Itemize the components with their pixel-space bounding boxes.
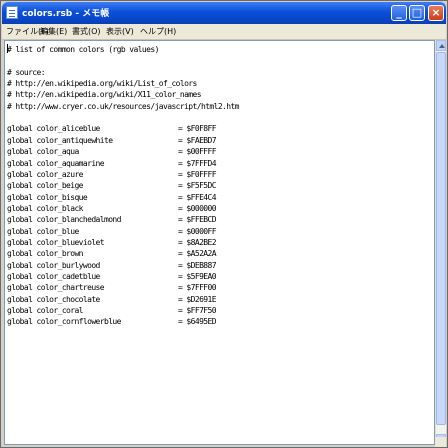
line-text: global color_black [7, 203, 84, 213]
text-editor[interactable]: # list of common colors (rgb values) # so… [4, 40, 435, 445]
text-line: # list of common colors (rgb values) [7, 44, 159, 55]
close-icon: × [431, 6, 441, 19]
color-value: = $0000FF [178, 226, 217, 236]
line-text: global color_chocolate [7, 294, 100, 304]
text-line: global color_black = $000000 [7, 203, 217, 214]
line-text: global color_cornflowerblue [7, 317, 121, 327]
color-value: = $FFE4C4 [178, 192, 217, 202]
text-line: global color_cornflowerblue = $6495ED [7, 316, 217, 327]
line-text: global color_bisque [7, 192, 88, 202]
line-text: global color_chartreuse [7, 283, 105, 293]
notepad-icon[interactable] [6, 6, 18, 19]
color-value: = $FF7F50 [178, 306, 217, 316]
text-line: global color_burlywood = $DEB887 [7, 260, 217, 271]
text-line: # http://www.cryer.co.uk/resources/javas… [7, 101, 240, 112]
window-title: colors.rsb - メモ帳 [22, 9, 110, 19]
line-text: global color_brown [7, 249, 84, 259]
color-value: = $F5F5DC [178, 181, 217, 191]
color-value: = $A52A2A [178, 249, 217, 259]
line-text: global color_cadetblue [7, 272, 100, 281]
text-line: global color_brown = $A52A2A [7, 248, 217, 259]
text-line: global color_blanchedalmond = $FFEBCD [7, 214, 217, 225]
color-value: = $6495ED [178, 317, 217, 327]
text-line: global color_blueviolet = $8A2BE2 [7, 237, 217, 248]
notepad-window: colors.rsb - メモ帳 _ □ × ファイル(F) 編集(E) 書式(… [0, 0, 448, 448]
text-line: global color_azure = $F0FFFF [7, 169, 217, 180]
text-line: # source: [7, 67, 46, 78]
maximize-button[interactable]: □ [409, 5, 425, 21]
color-value: = $7FFFD4 [178, 158, 217, 168]
scroll-up-button[interactable] [436, 40, 446, 51]
resize-grip[interactable] [435, 437, 446, 447]
text-line: global color_beige = $F5F5DC [7, 180, 217, 191]
color-value: = $5F9EA0 [178, 272, 217, 281]
menu-bar: ファイル(F) 編集(E) 書式(O) 表示(V) ヘルプ(H) [2, 24, 446, 40]
color-value: = $F0FFFF [178, 169, 217, 179]
menu-edit[interactable]: 編集(E) [40, 26, 67, 37]
line-text: global color_aqua [7, 147, 79, 157]
arrow-up-icon [439, 44, 445, 48]
menu-help[interactable]: ヘルプ(H) [140, 26, 176, 37]
line-text: # source: [7, 67, 46, 77]
text-line: # http://en.wikipedia.org/wiki/List_of_c… [7, 78, 197, 89]
line-text: global color_burlywood [7, 260, 100, 270]
text-line: global color_aqua = $00FFFF [7, 146, 217, 157]
line-text: global color_blueviolet [7, 237, 105, 247]
line-text: global color_coral [7, 306, 84, 316]
color-value: = $00FFFF [178, 147, 217, 157]
line-text: global color_beige [7, 181, 84, 191]
color-value: = $7FFF00 [178, 283, 217, 293]
text-line: global color_coral = $FF7F50 [7, 305, 217, 316]
scroll-thumb[interactable] [436, 52, 446, 425]
line-text: # http://en.wikipedia.org/wiki/X11_color… [7, 90, 202, 100]
color-value: = $FFEBCD [178, 215, 217, 225]
text-line: global color_bisque = $FFE4C4 [7, 192, 217, 203]
text-line: global color_chocolate = $D2691E [7, 294, 217, 305]
maximize-icon: □ [411, 6, 423, 19]
line-text: global color_blue [7, 226, 79, 236]
line-text: global color_aliceblue [7, 124, 100, 134]
title-bar[interactable]: colors.rsb - メモ帳 _ □ × [2, 2, 446, 24]
line-text: # http://www.cryer.co.uk/resources/javas… [7, 101, 240, 111]
line-text: # list of common colors (rgb values) [7, 45, 159, 54]
color-value: = $DEB887 [178, 260, 217, 270]
text-line: global color_aliceblue = $F0F8FF [7, 123, 217, 134]
text-line: global color_blue = $0000FF [7, 226, 217, 237]
line-text: global color_azure [7, 169, 84, 179]
color-value: = $FAEBD7 [178, 135, 217, 145]
text-line: global color_chartreuse = $7FFF00 [7, 282, 217, 293]
color-value: = $F0F8FF [178, 124, 217, 134]
minimize-icon: _ [396, 6, 402, 19]
color-value: = $8A2BE2 [178, 237, 217, 247]
text-line: global color_cadetblue = $5F9EA0 [7, 271, 217, 282]
line-text: # http://en.wikipedia.org/wiki/List_of_c… [7, 79, 197, 89]
menu-view[interactable]: 表示(V) [106, 26, 134, 37]
text-line: # http://en.wikipedia.org/wiki/X11_color… [7, 89, 202, 100]
text-area[interactable]: # list of common colors (rgb values) # so… [6, 42, 434, 444]
menu-format[interactable]: 書式(O) [72, 26, 101, 37]
text-cursor [7, 44, 8, 53]
vertical-scrollbar[interactable] [435, 40, 446, 445]
minimize-button[interactable]: _ [391, 5, 407, 21]
text-line: global color_aquamarine = $7FFFD4 [7, 158, 217, 169]
color-value: = $D2691E [178, 294, 217, 304]
line-text: global color_antiquewhite [7, 135, 113, 145]
line-text: global color_blanchedalmond [7, 215, 121, 225]
color-value: = $000000 [178, 203, 217, 213]
text-line: global color_antiquewhite = $FAEBD7 [7, 135, 217, 146]
close-button[interactable]: × [428, 5, 444, 21]
line-text: global color_aquamarine [7, 158, 105, 168]
